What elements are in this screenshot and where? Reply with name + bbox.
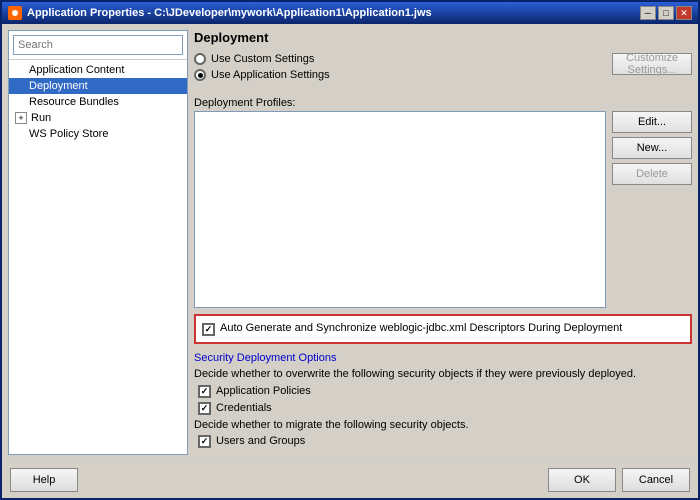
window-title: Application Properties - C:\JDeveloper\m… (27, 7, 432, 19)
search-box (9, 31, 187, 60)
ok-button[interactable]: OK (548, 468, 616, 492)
credentials-checkbox[interactable] (198, 402, 211, 415)
sidebar-item-ws-policy-store[interactable]: WS Policy Store (9, 126, 187, 142)
radio-custom[interactable]: Use Custom Settings (194, 53, 330, 65)
sidebar: Application Content Deployment Resource … (8, 30, 188, 455)
sidebar-item-application-content[interactable]: Application Content (9, 62, 187, 78)
profiles-label: Deployment Profiles: (194, 97, 692, 109)
sidebar-item-label: Run (31, 112, 51, 124)
app-policies-label: Application Policies (216, 385, 311, 397)
title-buttons: ─ □ ✕ (640, 6, 692, 20)
customize-settings-button[interactable]: Customize Settings... (612, 53, 692, 75)
sidebar-item-run[interactable]: + Run (9, 110, 187, 126)
profiles-list[interactable] (194, 111, 606, 308)
panel-title: Deployment (194, 30, 692, 45)
delete-button[interactable]: Delete (612, 163, 692, 185)
right-panel: Deployment Use Custom Settings Use Appli… (194, 30, 692, 455)
users-groups-label: Users and Groups (216, 435, 305, 447)
auto-generate-box: Auto Generate and Synchronize weblogic-j… (194, 314, 692, 344)
sidebar-item-label: Application Content (29, 64, 124, 76)
users-groups-row: Users and Groups (198, 434, 692, 448)
security-desc2: Decide whether to migrate the following … (194, 419, 692, 431)
sidebar-item-resource-bundles[interactable]: Resource Bundles (9, 94, 187, 110)
bottom-bar: Help OK Cancel (2, 461, 698, 498)
credentials-row: Credentials (198, 401, 692, 415)
profiles-buttons: Edit... New... Delete (612, 111, 692, 308)
security-title: Security Deployment Options (194, 352, 692, 364)
auto-generate-label: Auto Generate and Synchronize weblogic-j… (220, 322, 622, 334)
sidebar-item-label: WS Policy Store (29, 128, 108, 140)
sidebar-item-deployment[interactable]: Deployment (9, 78, 187, 94)
tree-area: Application Content Deployment Resource … (9, 60, 187, 454)
users-groups-checkbox[interactable] (198, 435, 211, 448)
app-policies-row: Application Policies (198, 384, 692, 398)
sidebar-item-label: Resource Bundles (29, 96, 119, 108)
title-bar-left: Application Properties - C:\JDeveloper\m… (8, 6, 432, 20)
help-button[interactable]: Help (10, 468, 78, 492)
title-bar: Application Properties - C:\JDeveloper\m… (2, 2, 698, 24)
radio-application-label: Use Application Settings (211, 69, 330, 81)
main-content: Application Content Deployment Resource … (2, 24, 698, 461)
new-button[interactable]: New... (612, 137, 692, 159)
radio-application-btn[interactable] (194, 69, 206, 81)
profiles-section: Edit... New... Delete (194, 111, 692, 308)
auto-generate-checkbox[interactable] (202, 323, 215, 336)
minimize-button[interactable]: ─ (640, 6, 656, 20)
expander-icon[interactable]: + (15, 112, 27, 124)
credentials-label: Credentials (216, 402, 272, 414)
application-properties-window: Application Properties - C:\JDeveloper\m… (0, 0, 700, 500)
radio-custom-btn[interactable] (194, 53, 206, 65)
close-button[interactable]: ✕ (676, 6, 692, 20)
app-policies-checkbox[interactable] (198, 385, 211, 398)
search-input[interactable] (13, 35, 183, 55)
radio-group: Use Custom Settings Use Application Sett… (194, 53, 330, 81)
radio-application[interactable]: Use Application Settings (194, 69, 330, 81)
cancel-button[interactable]: Cancel (622, 468, 690, 492)
bottom-right-buttons: OK Cancel (548, 468, 690, 492)
security-desc1: Decide whether to overwrite the followin… (194, 368, 692, 380)
radio-custom-label: Use Custom Settings (211, 53, 314, 65)
security-section: Security Deployment Options Decide wheth… (194, 352, 692, 451)
sidebar-item-label: Deployment (29, 80, 88, 92)
maximize-button[interactable]: □ (658, 6, 674, 20)
edit-button[interactable]: Edit... (612, 111, 692, 133)
app-icon (8, 6, 22, 20)
